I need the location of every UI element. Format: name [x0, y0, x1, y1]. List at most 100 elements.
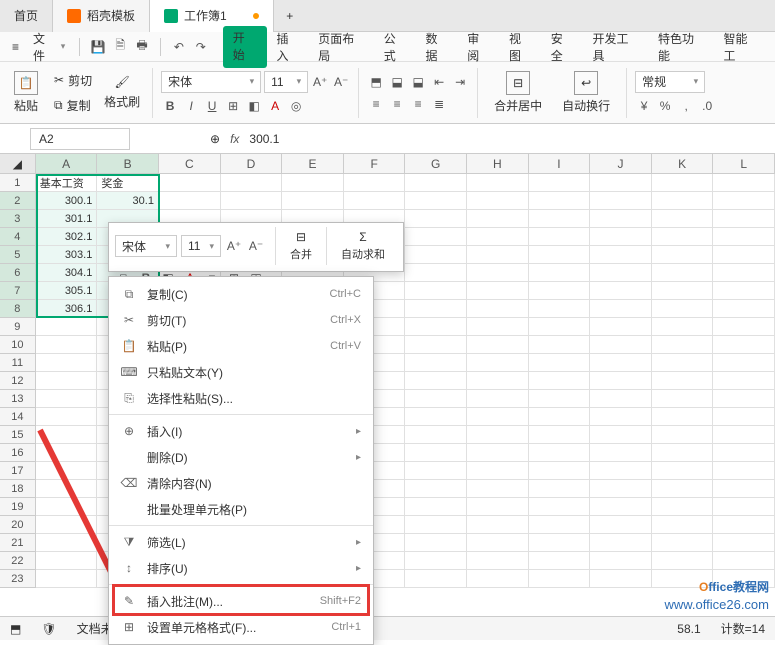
cell[interactable] — [467, 264, 529, 282]
ribbon-tab-view[interactable]: 视图 — [501, 26, 541, 68]
ribbon-tab-layout[interactable]: 页面布局 — [310, 26, 373, 68]
copy-button[interactable]: ⧉复制 — [50, 95, 96, 116]
cell[interactable] — [713, 246, 775, 264]
cell[interactable] — [36, 444, 98, 462]
cell[interactable] — [405, 318, 467, 336]
cell[interactable] — [467, 462, 529, 480]
cell[interactable] — [652, 426, 714, 444]
cell[interactable] — [652, 174, 714, 192]
percent-icon[interactable]: % — [656, 97, 674, 115]
row-header[interactable]: 1 — [0, 174, 36, 192]
cell[interactable] — [713, 516, 775, 534]
row-header[interactable]: 21 — [0, 534, 36, 552]
cell[interactable] — [529, 354, 591, 372]
row-header[interactable]: 18 — [0, 480, 36, 498]
font-size-select[interactable]: 11▾ — [264, 71, 308, 93]
paste-button[interactable]: 📋粘贴 — [6, 67, 46, 118]
cell[interactable] — [590, 318, 652, 336]
formula-value[interactable]: 300.1 — [249, 132, 279, 146]
cell[interactable] — [652, 354, 714, 372]
cell[interactable] — [405, 210, 467, 228]
cell[interactable] — [467, 300, 529, 318]
cell[interactable] — [590, 192, 652, 210]
cell[interactable] — [529, 552, 591, 570]
row-header[interactable]: 2 — [0, 192, 36, 210]
col-header-k[interactable]: K — [652, 154, 714, 173]
wrap-text-button[interactable]: ↩自动换行 — [554, 67, 618, 118]
italic-button[interactable]: I — [182, 97, 200, 115]
cell[interactable] — [529, 300, 591, 318]
cm-copy[interactable]: ⧉复制(C)Ctrl+C — [109, 281, 373, 307]
cell[interactable] — [405, 354, 467, 372]
cell[interactable] — [529, 318, 591, 336]
cell[interactable] — [590, 570, 652, 588]
cell[interactable] — [467, 552, 529, 570]
cell[interactable] — [652, 534, 714, 552]
cell[interactable]: 302.1 — [36, 228, 98, 246]
cell[interactable] — [344, 174, 406, 192]
cm-paste-text[interactable]: ⌨只粘贴文本(Y) — [109, 359, 373, 385]
cell[interactable] — [713, 372, 775, 390]
cell[interactable] — [36, 390, 98, 408]
cell[interactable] — [467, 534, 529, 552]
cell[interactable] — [713, 552, 775, 570]
ribbon-tab-start[interactable]: 开始 — [223, 26, 267, 68]
cell[interactable] — [405, 516, 467, 534]
tab-home[interactable]: 首页 — [0, 0, 53, 32]
cell[interactable] — [713, 336, 775, 354]
cell[interactable] — [405, 228, 467, 246]
cell[interactable] — [590, 228, 652, 246]
hamburger-menu[interactable]: ≡ — [8, 40, 23, 54]
cell[interactable] — [36, 516, 98, 534]
cell[interactable] — [529, 516, 591, 534]
cell[interactable]: 奖金 — [97, 174, 159, 192]
cell[interactable] — [713, 462, 775, 480]
cell[interactable] — [713, 444, 775, 462]
font-color-button[interactable]: A — [266, 97, 284, 115]
cell[interactable] — [652, 300, 714, 318]
cell[interactable] — [405, 390, 467, 408]
cell[interactable] — [405, 570, 467, 588]
cell[interactable] — [713, 318, 775, 336]
cell[interactable] — [529, 174, 591, 192]
row-header[interactable]: 16 — [0, 444, 36, 462]
cell[interactable] — [713, 534, 775, 552]
mini-decrease-font-icon[interactable]: A⁻ — [247, 237, 265, 255]
cell[interactable] — [36, 498, 98, 516]
select-all-corner[interactable]: ◢ — [0, 154, 36, 173]
cell[interactable] — [36, 408, 98, 426]
cell[interactable] — [529, 282, 591, 300]
cell[interactable] — [529, 498, 591, 516]
cell[interactable] — [529, 444, 591, 462]
cell[interactable]: 30.1 — [97, 192, 159, 210]
cell[interactable] — [713, 408, 775, 426]
cell[interactable] — [405, 300, 467, 318]
name-box[interactable]: A2 — [30, 128, 130, 150]
cell[interactable] — [405, 408, 467, 426]
cell[interactable] — [652, 228, 714, 246]
cut-button[interactable]: ✂剪切 — [50, 70, 96, 91]
ribbon-tab-smart[interactable]: 智能工 — [715, 26, 767, 68]
row-header[interactable]: 12 — [0, 372, 36, 390]
row-header[interactable]: 20 — [0, 516, 36, 534]
cell[interactable] — [590, 246, 652, 264]
insert-function-icon[interactable]: ⊕ — [210, 132, 220, 146]
cell[interactable] — [467, 210, 529, 228]
row-header[interactable]: 8 — [0, 300, 36, 318]
col-header-l[interactable]: L — [713, 154, 775, 173]
cell[interactable] — [529, 480, 591, 498]
cell[interactable] — [467, 390, 529, 408]
undo-icon[interactable]: ↶ — [171, 39, 187, 55]
cell[interactable] — [36, 480, 98, 498]
cell[interactable] — [36, 426, 98, 444]
cell[interactable] — [282, 192, 344, 210]
cell[interactable] — [467, 282, 529, 300]
ribbon-tab-formula[interactable]: 公式 — [376, 26, 416, 68]
row-header[interactable]: 22 — [0, 552, 36, 570]
cell[interactable]: 基本工资 — [36, 174, 98, 192]
cell[interactable] — [590, 282, 652, 300]
cell[interactable] — [590, 264, 652, 282]
cm-paste-special[interactable]: ⎘选择性粘贴(S)... — [109, 385, 373, 411]
cell[interactable] — [590, 390, 652, 408]
indent-decrease-icon[interactable]: ⇤ — [430, 73, 448, 91]
